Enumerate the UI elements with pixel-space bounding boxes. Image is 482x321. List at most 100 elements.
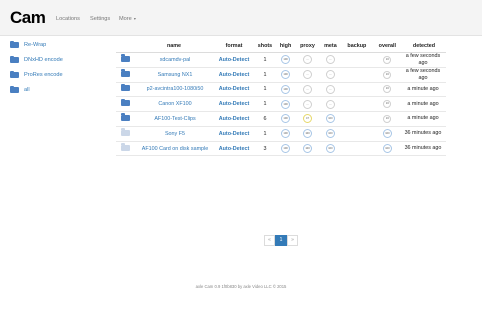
overall-status-icon: 100 [382, 129, 392, 139]
folder-cell [116, 126, 134, 142]
proxy-status-icon: 100 [302, 129, 312, 139]
header-high[interactable]: high [276, 40, 296, 53]
table-row[interactable]: Sony F5 Auto-Detect 1 100 100 100 100 36… [116, 126, 446, 142]
sidebar-item-all[interactable]: all [10, 85, 30, 95]
header-detected[interactable]: detected [402, 40, 446, 53]
proxy-status-icon: 100 [302, 144, 312, 154]
high-cell: 100 [276, 111, 296, 127]
meta-status-icon: — [325, 55, 335, 64]
row-detected: a minute ago [402, 82, 446, 98]
sidebar-item-rewrap[interactable]: Re-Wrap [10, 40, 46, 50]
table-row[interactable]: xdcamdv-pal Auto-Detect 1 100 — — 16 a f… [116, 52, 446, 68]
row-shots: 1 [254, 52, 276, 68]
nav-more-dropdown[interactable]: More ▾ [119, 16, 136, 22]
row-format-link[interactable]: Auto-Detect [214, 82, 254, 98]
row-format-link[interactable]: Auto-Detect [214, 52, 254, 68]
table-row[interactable]: p2-avcintra100-1080i50 Auto-Detect 1 100… [116, 82, 446, 98]
proxy-status-icon: — [302, 70, 312, 79]
overall-cell: 16 [372, 67, 402, 83]
row-name-link[interactable]: Samsung NX1 [134, 67, 214, 83]
header-overall[interactable]: overall [372, 40, 402, 53]
meta-cell: 100 [319, 141, 341, 157]
row-name-link[interactable]: xdcamdv-pal [134, 52, 214, 68]
folder-icon [120, 98, 130, 107]
overall-cell: 16 [372, 111, 402, 127]
row-name-link[interactable]: p2-avcintra100-1080i50 [134, 82, 214, 98]
folder-icon [120, 69, 130, 77]
sidebar-item-label: all [24, 87, 30, 93]
overall-status-icon: 16 [383, 85, 392, 94]
sidebar-item-label: Re-Wrap [24, 42, 47, 48]
backup-cell [341, 111, 373, 127]
header-backup[interactable]: backup [341, 40, 373, 53]
table-row[interactable]: AF100-Test-Clips Auto-Detect 6 100 47 10… [116, 111, 446, 127]
folder-icon [10, 70, 19, 78]
meta-status-icon: 100 [325, 114, 335, 124]
high-status-icon: 100 [281, 144, 291, 154]
footer-text: axle Cam 0.9 1f0b830 by axle Video LLC ©… [195, 284, 287, 289]
sidebar-item-label: ProRes encode [24, 72, 63, 78]
proxy-cell: — [295, 52, 320, 68]
folder-icon [120, 54, 130, 62]
row-format-link[interactable]: Auto-Detect [214, 126, 254, 142]
header-format[interactable]: format [214, 40, 254, 53]
meta-status-icon: 100 [325, 129, 335, 139]
row-detected: a minute ago [402, 111, 446, 127]
row-name-link[interactable]: AF100-Test-Clips [134, 111, 214, 127]
folder-icon [10, 85, 19, 93]
row-format-link[interactable]: Auto-Detect [214, 111, 254, 127]
header-meta[interactable]: meta [319, 40, 341, 53]
pagination-prev[interactable]: « [264, 235, 275, 246]
high-cell: 100 [276, 67, 296, 83]
high-cell: 100 [276, 52, 296, 68]
row-shots: 1 [254, 67, 276, 83]
nav-settings[interactable]: Settings [90, 16, 110, 22]
top-navbar: Cam Locations Settings More ▾ [0, 0, 482, 36]
row-name-link[interactable]: AF100 Card on disk sample [134, 141, 214, 157]
app-logo[interactable]: Cam [10, 8, 46, 28]
overall-status-icon: 16 [383, 114, 392, 123]
row-detected: 36 minutes ago [402, 141, 446, 157]
header-proxy[interactable]: proxy [295, 40, 320, 53]
row-detected: a few seconds ago [402, 67, 446, 83]
folder-icon [120, 83, 130, 92]
folder-icon [10, 55, 19, 63]
sidebar-item-prores[interactable]: ProRes encode [10, 70, 63, 80]
folder-cell [116, 82, 134, 98]
row-shots: 1 [254, 82, 276, 98]
overall-cell: 100 [372, 126, 402, 142]
backup-cell [341, 52, 373, 68]
high-cell: 100 [276, 82, 296, 98]
table-row[interactable]: Canon XF100 Auto-Detect 1 100 — — 16 a m… [116, 96, 446, 113]
row-name-link[interactable]: Canon XF100 [134, 96, 214, 113]
row-format-link[interactable]: Auto-Detect [214, 96, 254, 113]
row-shots: 1 [254, 96, 276, 113]
pagination-page-current[interactable]: 1 [275, 235, 287, 246]
high-cell: 100 [276, 141, 296, 157]
proxy-cell: — [295, 67, 320, 83]
row-shots: 6 [254, 111, 276, 127]
row-format-link[interactable]: Auto-Detect [214, 67, 254, 83]
table-row[interactable]: Samsung NX1 Auto-Detect 1 100 — — 16 a f… [116, 67, 446, 83]
sidebar-item-dnxhd[interactable]: DNxHD encode [10, 55, 63, 65]
nav-more-label: More [119, 16, 132, 22]
pagination-next[interactable]: » [287, 235, 298, 246]
table-row[interactable]: AF100 Card on disk sample Auto-Detect 3 … [116, 141, 446, 157]
proxy-status-icon: — [302, 84, 312, 94]
folder-cell [116, 96, 134, 113]
backup-cell [341, 141, 373, 157]
high-status-icon: 100 [281, 99, 291, 109]
overall-status-icon: 16 [383, 70, 392, 79]
high-status-icon: 100 [281, 114, 291, 124]
header-shots[interactable]: shots [254, 40, 276, 53]
chevron-down-icon: ▾ [132, 16, 136, 21]
row-format-link[interactable]: Auto-Detect [214, 141, 254, 157]
row-detected: a minute ago [402, 96, 446, 113]
folder-icon [10, 40, 19, 48]
proxy-cell: 100 [295, 126, 320, 142]
nav-locations[interactable]: Locations [56, 16, 80, 22]
header-name[interactable]: name [134, 40, 214, 53]
overall-cell: 16 [372, 96, 402, 113]
row-name-link[interactable]: Sony F5 [134, 126, 214, 142]
backup-cell [341, 82, 373, 98]
